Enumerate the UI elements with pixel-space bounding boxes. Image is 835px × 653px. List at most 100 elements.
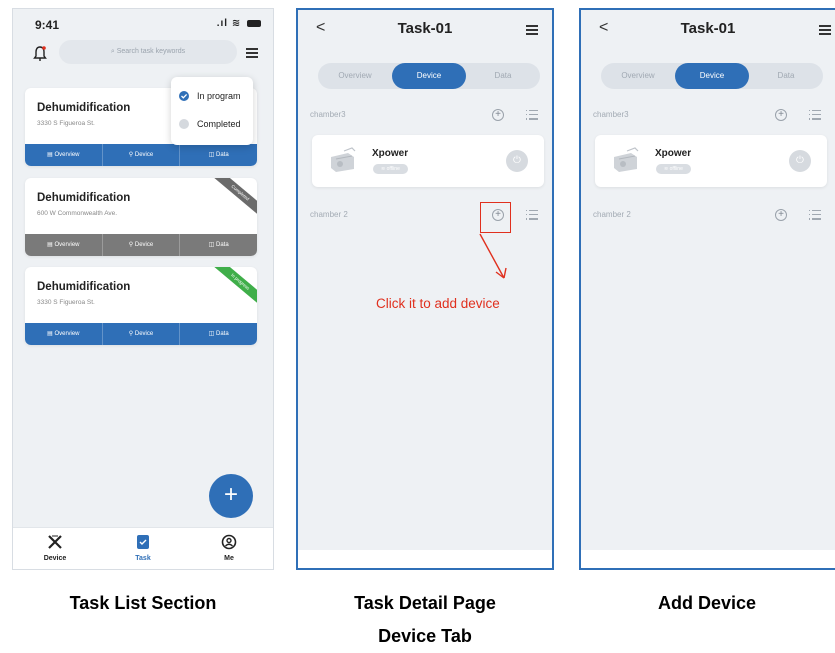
nav-label: Device [43, 555, 67, 562]
footer-bar [298, 550, 552, 568]
add-device-icon[interactable]: + [775, 109, 787, 121]
task-card[interactable]: Completed Dehumidification 600 W Commonw… [25, 178, 257, 256]
tab-overview[interactable]: Overview [601, 63, 675, 89]
device-card[interactable]: Xpower ≋ offline ⏻ [595, 135, 827, 187]
list-icon[interactable] [809, 210, 821, 220]
status-filter-dropdown: In program Completed [171, 77, 253, 145]
device-name: Xpower [372, 148, 409, 159]
task-action-bar: ▤ Overview ⚲ Device ◫ Data [25, 323, 257, 345]
menu-icon[interactable] [246, 48, 258, 58]
device-logo-icon [35, 534, 75, 552]
data-icon: ◫ [208, 331, 216, 337]
task-title: Dehumidification [37, 192, 131, 204]
data-button[interactable]: ◫ Data [180, 144, 257, 166]
status-ribbon: Completed [213, 178, 257, 217]
nav-device[interactable]: Device [35, 534, 75, 562]
nav-me[interactable]: Me [209, 534, 249, 562]
list-icon[interactable] [526, 210, 538, 220]
add-device-icon[interactable]: + [492, 109, 504, 121]
power-button[interactable]: ⏻ [506, 150, 528, 172]
list-icon[interactable] [809, 110, 821, 120]
annotation-text: Click it to add device [376, 296, 500, 311]
data-icon: ◫ [208, 152, 216, 158]
overview-button[interactable]: ▤ Overview [25, 323, 103, 345]
status-bar: 9:41 .ıl ≋ [13, 9, 273, 39]
tab-data[interactable]: Data [466, 63, 540, 89]
filter-label: In program [197, 91, 241, 101]
check-icon [179, 91, 189, 101]
dehumidifier-image [611, 147, 641, 173]
bell-icon[interactable] [33, 45, 47, 63]
device-label: Device [134, 152, 154, 158]
task-card[interactable]: In progress Dehumidification 3330 S Figu… [25, 267, 257, 345]
status-ribbon: In progress [213, 267, 257, 306]
device-name: Xpower [655, 148, 692, 159]
nav-task[interactable]: Task [123, 534, 163, 562]
page-title: Task-01 [680, 20, 736, 37]
task-action-bar: ▤ Overview ⚲ Device ◫ Data [25, 144, 257, 166]
page-title: Task-01 [397, 20, 453, 37]
task-address: 600 W Commonwealth Ave. [37, 210, 118, 217]
nav-label: Task [135, 555, 151, 562]
tab-data[interactable]: Data [749, 63, 823, 89]
task-address: 3330 S Figueroa St. [37, 299, 95, 306]
power-icon: ⏻ [513, 155, 521, 166]
data-label: Data [216, 152, 229, 158]
tab-overview[interactable]: Overview [318, 63, 392, 89]
power-icon: ⏻ [796, 155, 804, 166]
device-label: Device [134, 242, 154, 248]
overview-label: Overview [54, 152, 80, 158]
data-label: Data [216, 331, 229, 337]
device-label: Device [134, 331, 154, 337]
overview-icon: ▤ [47, 152, 55, 158]
top-bar: < Task-01 [581, 10, 835, 50]
data-label: Data [216, 242, 229, 248]
tab-bar: Overview Device Data [318, 63, 540, 89]
tab-device[interactable]: Device [675, 63, 749, 89]
filter-in-program[interactable]: In program [179, 91, 241, 101]
overview-button[interactable]: ▤ Overview [25, 234, 103, 256]
search-input[interactable]: ⌕ Search task keywords [59, 40, 237, 64]
nav-label: Me [224, 555, 234, 562]
power-button[interactable]: ⏻ [789, 150, 811, 172]
device-button[interactable]: ⚲ Device [103, 144, 181, 166]
footer-bar [581, 550, 835, 568]
device-button[interactable]: ⚲ Device [103, 234, 181, 256]
battery-icon [247, 19, 261, 27]
device-status-badge: ≋ offline [656, 164, 691, 174]
data-button[interactable]: ◫ Data [180, 234, 257, 256]
search-placeholder: Search task keywords [116, 48, 186, 55]
list-icon[interactable] [526, 110, 538, 120]
me-icon [209, 534, 249, 552]
status-time: 9:41 [35, 18, 60, 32]
caption-device-tab: Device Tab [378, 626, 472, 646]
filter-label: Completed [197, 119, 241, 129]
tab-device[interactable]: Device [392, 63, 466, 89]
device-status-label: offline [669, 166, 683, 172]
add-task-button[interactable]: + [209, 474, 253, 518]
device-status-label: offline [386, 166, 400, 172]
device-button[interactable]: ⚲ Device [103, 323, 181, 345]
overview-label: Overview [54, 331, 80, 337]
overview-button[interactable]: ▤ Overview [25, 144, 103, 166]
task-list-screen: 9:41 .ıl ≋ ⌕ Search task keywords Dehumi… [12, 8, 274, 570]
tab-bar: Overview Device Data [601, 63, 823, 89]
task-action-bar: ▤ Overview ⚲ Device ◫ Data [25, 234, 257, 256]
task-detail-screen: < Task-01 Overview Device Data chamber3 … [296, 8, 554, 570]
menu-icon[interactable] [819, 25, 831, 35]
chamber-label: chamber 2 [593, 210, 631, 219]
chamber-label: chamber3 [310, 110, 346, 119]
add-device-icon[interactable]: + [775, 209, 787, 221]
caption-add-device: Add Device [657, 593, 757, 613]
dehumidifier-image [328, 147, 358, 173]
top-bar: < Task-01 [298, 10, 552, 50]
bottom-nav: Device Task Me [13, 527, 273, 569]
task-title: Dehumidification [37, 281, 131, 293]
filter-completed[interactable]: Completed [179, 119, 241, 129]
device-card[interactable]: Xpower ≋ offline ⏻ [312, 135, 544, 187]
data-button[interactable]: ◫ Data [180, 323, 257, 345]
chamber-label: chamber3 [593, 110, 629, 119]
menu-icon[interactable] [526, 25, 538, 35]
device-status-badge: ≋ offline [373, 164, 408, 174]
overview-icon: ▤ [47, 242, 55, 248]
